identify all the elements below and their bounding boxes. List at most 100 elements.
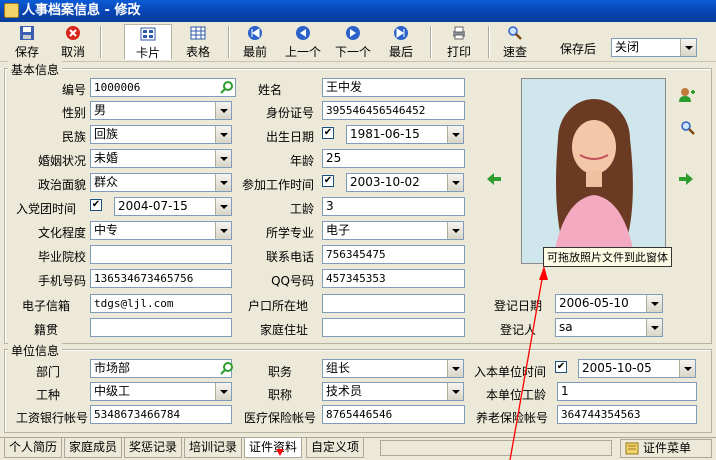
address-field[interactable] — [322, 318, 465, 337]
quick-search-button[interactable]: 速查 — [498, 24, 532, 60]
idcard-field[interactable]: 395546456546452 — [322, 101, 465, 120]
dept-lookup-icon[interactable] — [220, 361, 234, 375]
after-save-label: 保存后 — [560, 42, 597, 56]
status-panel — [380, 440, 612, 456]
regdate-picker[interactable]: 2006-05-10 — [555, 294, 663, 313]
dept-label: 部门 — [35, 365, 60, 379]
politics-label: 政治面貌 — [37, 178, 86, 192]
registrar-select[interactable]: sa — [555, 318, 663, 337]
unitage-field[interactable]: 1 — [557, 382, 697, 401]
last-record-icon — [394, 26, 408, 40]
politics-value: 群众 — [94, 175, 119, 189]
ethnic-value: 回族 — [94, 127, 119, 141]
origin-field[interactable] — [90, 318, 232, 337]
age-field[interactable]: 25 — [322, 149, 465, 168]
name-label: 姓名 — [257, 83, 282, 97]
marital-select[interactable]: 未婚 — [90, 149, 232, 168]
major-label: 所学专业 — [265, 226, 314, 240]
work-checkbox[interactable]: ✔ — [322, 175, 334, 187]
after-save-select[interactable]: 关闭 — [611, 38, 697, 57]
save-button[interactable]: 保存 — [10, 24, 44, 60]
add-photo-icon[interactable] — [678, 86, 696, 102]
chevron-down-icon — [447, 383, 463, 400]
printer-icon — [453, 26, 465, 40]
first-button[interactable]: 最前 — [238, 24, 272, 60]
worktype-select[interactable]: 中级工 — [90, 382, 232, 401]
card-view-button[interactable]: 卡片 — [124, 24, 172, 60]
birth-value: 1981-06-15 — [350, 127, 420, 141]
save-icon — [20, 26, 34, 40]
school-field[interactable] — [90, 245, 232, 264]
medical-label: 医疗保险帐号 — [243, 411, 316, 425]
education-select[interactable]: 中专 — [90, 221, 232, 240]
next-photo-arrow-icon[interactable] — [678, 172, 694, 186]
chevron-down-icon — [215, 150, 231, 167]
work-date-picker[interactable]: 2003-10-02 — [346, 173, 464, 192]
bank-field[interactable]: 5348673466784 — [90, 405, 232, 424]
pension-label: 养老保险帐号 — [475, 411, 548, 425]
ethnic-select[interactable]: 回族 — [90, 125, 232, 144]
title-select[interactable]: 技术员 — [322, 382, 464, 401]
politics-select[interactable]: 群众 — [90, 173, 232, 192]
address-label: 家庭住址 — [259, 323, 308, 337]
tab-rewards[interactable]: 奖惩记录 — [124, 438, 183, 458]
party-checkbox[interactable]: ✔ — [90, 199, 102, 211]
birth-date-picker[interactable]: 1981-06-15 — [346, 125, 464, 144]
education-label: 文化程度 — [37, 226, 86, 240]
tab-custom[interactable]: 自定义项 — [306, 438, 365, 458]
chevron-down-icon — [646, 319, 662, 336]
gender-select[interactable]: 男 — [90, 101, 232, 120]
post-label: 职务 — [267, 365, 292, 379]
last-label: 最后 — [388, 45, 413, 59]
next-button[interactable]: 下一个 — [332, 24, 374, 60]
major-select[interactable]: 电子 — [322, 221, 464, 240]
seniority-label: 工龄 — [289, 202, 314, 216]
bank-label: 工资银行帐号 — [15, 411, 88, 425]
seniority-field[interactable]: 3 — [322, 197, 465, 216]
zoom-photo-icon[interactable] — [680, 120, 696, 136]
join-checkbox[interactable]: ✔ — [555, 361, 567, 373]
cert-menu-icon — [625, 442, 639, 455]
join-date-picker[interactable]: 2005-10-05 — [578, 359, 696, 378]
tab-resume[interactable]: 个人简历 — [4, 438, 63, 458]
cancel-button[interactable]: 取消 — [56, 24, 90, 60]
unitage-label: 本单位工龄 — [485, 388, 546, 402]
last-button[interactable]: 最后 — [384, 24, 418, 60]
qq-field[interactable]: 457345353 — [322, 269, 465, 288]
phone-field[interactable]: 756345475 — [322, 245, 465, 264]
prev-photo-arrow-icon[interactable] — [486, 172, 502, 186]
tab-certificates[interactable]: 证件资料 — [244, 438, 303, 458]
print-button[interactable]: 打印 — [442, 24, 476, 60]
birth-checkbox[interactable]: ✔ — [322, 127, 334, 139]
pension-field[interactable]: 364744354563 — [557, 405, 697, 424]
chevron-down-icon — [215, 174, 231, 191]
party-value: 2004-07-15 — [118, 199, 188, 213]
chevron-down-icon — [215, 222, 231, 239]
table-view-button[interactable]: 表格 — [180, 24, 216, 60]
prev-button[interactable]: 上一个 — [282, 24, 324, 60]
id-label: 编号 — [61, 83, 86, 97]
hukou-field[interactable] — [322, 294, 465, 313]
email-label: 电子信箱 — [21, 299, 70, 313]
card-icon — [140, 27, 156, 41]
party-date-picker[interactable]: 2004-07-15 — [114, 197, 232, 216]
window-title: 人事档案信息 - 修改 — [22, 3, 141, 18]
after-save-value: 关闭 — [615, 40, 640, 54]
search-icon — [508, 26, 522, 40]
chevron-down-icon — [679, 360, 695, 377]
lookup-icon[interactable] — [220, 80, 234, 94]
post-select[interactable]: 组长 — [322, 359, 464, 378]
tab-family[interactable]: 家庭成员 — [64, 438, 123, 458]
school-label: 毕业院校 — [37, 250, 86, 264]
email-field[interactable]: tdgs@ljl.com — [90, 294, 232, 313]
tab-training[interactable]: 培训记录 — [184, 438, 243, 458]
photo-frame[interactable] — [521, 78, 666, 264]
medical-field[interactable]: 8765446546 — [322, 405, 465, 424]
toolbar: 保存 取消 卡片 表格 最前 上一个 下一个 最后 打印 速查 保存后 关闭 — [0, 22, 716, 62]
name-field[interactable]: 王中发 — [322, 78, 465, 97]
mobile-field[interactable]: 136534673465756 — [90, 269, 232, 288]
cert-menu-button[interactable]: 证件菜单 — [620, 439, 712, 458]
hukou-label: 户口所在地 — [247, 299, 308, 313]
dept-field[interactable]: 市场部 — [90, 359, 232, 378]
id-field[interactable]: 1000006 — [90, 78, 236, 97]
